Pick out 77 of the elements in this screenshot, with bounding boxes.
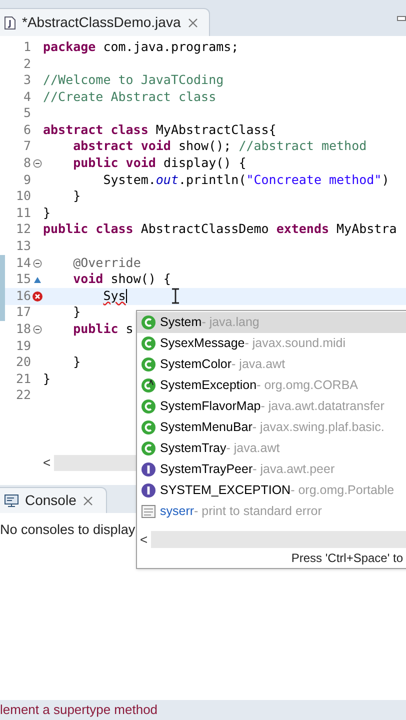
line-number: 9 (22, 170, 31, 189)
class-icon (141, 357, 156, 372)
error-icon (32, 290, 42, 302)
line-number: 5 (22, 104, 31, 122)
completion-item[interactable]: SystemTray- java.awt (137, 438, 406, 459)
java-file-icon (4, 16, 16, 30)
code-line: abstract class MyAbstractClass{ (43, 120, 276, 139)
monitor-icon (4, 494, 19, 508)
completion-item[interactable]: SYSTEM_EXCEPTION- org.omg.Portable (137, 480, 406, 501)
line-number: 20 (14, 353, 31, 372)
line-number: 17 (14, 303, 31, 322)
code-line: } (72, 303, 81, 322)
text-cursor-icon (170, 288, 180, 304)
completion-item[interactable]: SysexMessage- javax.sound.midi (137, 333, 406, 354)
console-tab[interactable]: Console (0, 487, 108, 513)
line-number: 21 (14, 370, 31, 388)
class-icon (141, 420, 156, 435)
code-line: package com.java.programs; (43, 38, 239, 56)
code-line: } (72, 187, 81, 206)
code-line: abstract void show(); //abstract method (72, 137, 367, 156)
collapse-icon[interactable] (32, 324, 42, 334)
line-number: 8 (22, 154, 31, 172)
line-number: 13 (14, 237, 31, 256)
line-number: 11 (14, 204, 31, 222)
completion-item[interactable]: SystemMenuBar- javax.swing.plaf.basic. (137, 417, 406, 438)
line-number: 18 (14, 320, 31, 338)
class-icon (141, 315, 156, 330)
collapse-icon[interactable] (32, 158, 42, 168)
completion-item[interactable]: SystemFlavorMap- java.awt.datatransfer (137, 396, 406, 417)
class-icon (141, 441, 156, 456)
editor-tab[interactable]: *AbstractClassDemo.java (0, 8, 210, 36)
console-message: No consoles to display (0, 522, 136, 537)
line-number: 15 (14, 270, 31, 288)
completion-item[interactable]: SystemTrayPeer- java.awt.peer (137, 459, 406, 480)
code-line: public class AbstractClassDemo extends MyAbstra (43, 220, 397, 238)
line-number: 4 (22, 88, 31, 106)
completion-item[interactable]: SystemException- org.omg.CORBA (137, 375, 406, 396)
close-icon[interactable] (186, 16, 199, 28)
line-number: 16 (14, 286, 31, 305)
code-line: @Override (72, 254, 141, 272)
line-number: 7 (22, 137, 31, 156)
template-icon (141, 504, 156, 519)
code-line: } (43, 370, 51, 388)
code-line: public void display() { (72, 154, 246, 172)
popup-scrollbar[interactable]: < (137, 531, 406, 548)
code-line: } (43, 204, 51, 222)
collapse-icon[interactable] (32, 258, 42, 268)
code-line: System.out.println("Concreate method") (102, 170, 390, 189)
completion-item[interactable]: syserr- print to standard error (137, 501, 406, 522)
line-number: 1 (22, 38, 31, 56)
class-icon (141, 399, 156, 414)
line-number: 3 (22, 71, 31, 90)
code-line: Sys (102, 286, 127, 306)
completion-item[interactable]: System- java.lang (137, 312, 406, 333)
line-number: 14 (14, 254, 31, 272)
completion-item[interactable]: SystemColor- java.awt (137, 354, 406, 375)
line-number: 10 (14, 187, 31, 206)
line-number: 6 (22, 120, 31, 139)
class-icon (141, 336, 156, 351)
text-caret (126, 289, 127, 304)
line-number: 22 (14, 386, 31, 404)
code-line: void show() { (72, 270, 171, 288)
interface-icon (141, 483, 156, 498)
line-number: 12 (14, 220, 31, 238)
close-icon[interactable] (82, 494, 94, 506)
status-message: lement a supertype method (0, 701, 158, 720)
line-number: 2 (22, 54, 31, 73)
minimize-icon[interactable] (397, 16, 406, 21)
interface-icon (141, 462, 156, 477)
line-number: 19 (14, 336, 31, 355)
code-line: public s (72, 320, 134, 338)
code-line: } (72, 353, 81, 372)
popup-footer: Press 'Ctrl+Space' to (291, 549, 403, 567)
code-line: //Welcome to JavaTCoding (43, 71, 224, 90)
override-icon (32, 275, 42, 284)
code-line: //Create Abstract class (43, 88, 216, 106)
abstract-class-icon (141, 378, 156, 393)
